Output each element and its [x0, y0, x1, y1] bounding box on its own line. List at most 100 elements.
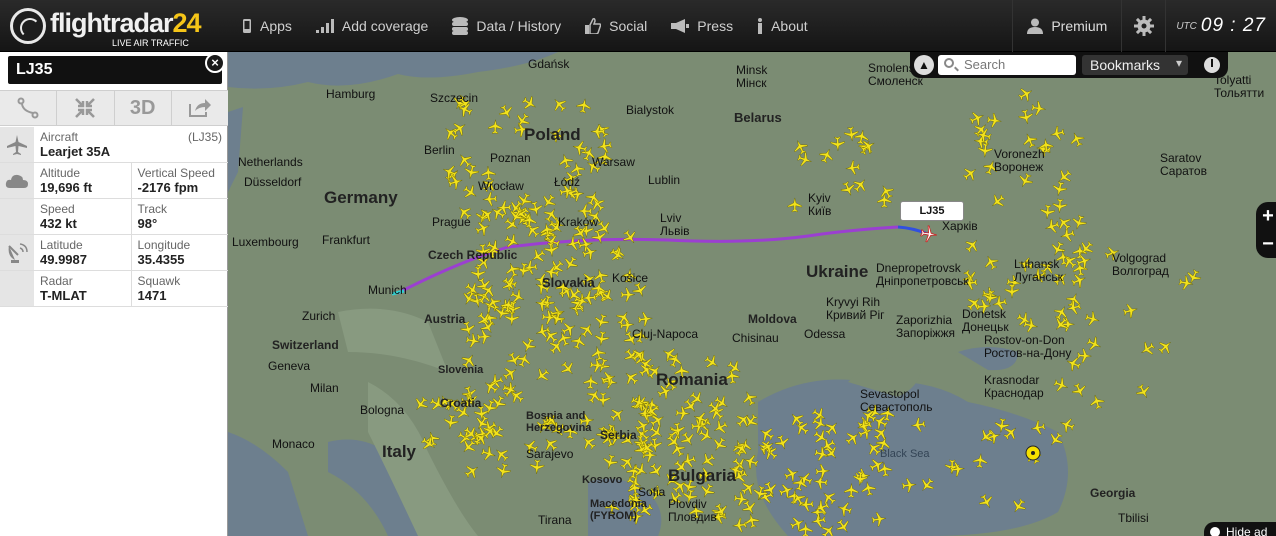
traffic-aircraft-icon[interactable] — [853, 129, 869, 145]
traffic-aircraft-icon[interactable] — [843, 126, 860, 142]
traffic-aircraft-icon[interactable] — [678, 430, 697, 449]
traffic-aircraft-icon[interactable] — [484, 293, 503, 312]
traffic-aircraft-icon[interactable] — [1018, 109, 1035, 126]
traffic-aircraft-icon[interactable] — [532, 366, 552, 386]
traffic-aircraft-icon[interactable] — [1122, 302, 1139, 319]
traffic-aircraft-icon[interactable] — [1016, 85, 1035, 104]
hide-ad-button[interactable]: Hide ad — [1204, 522, 1276, 536]
traffic-aircraft-icon[interactable] — [860, 480, 877, 497]
traffic-aircraft-icon[interactable] — [986, 113, 1003, 129]
traffic-aircraft-icon[interactable] — [710, 435, 729, 454]
traffic-aircraft-icon[interactable] — [596, 138, 613, 154]
traffic-aircraft-icon[interactable] — [492, 445, 512, 465]
fit-view-button[interactable] — [57, 91, 115, 125]
traffic-aircraft-icon[interactable] — [499, 275, 519, 295]
traffic-aircraft-icon[interactable] — [1085, 335, 1104, 354]
traffic-aircraft-icon[interactable] — [647, 461, 666, 480]
selected-flight-label[interactable]: LJ35 — [900, 201, 964, 221]
close-panel-button[interactable]: × — [205, 53, 225, 73]
traffic-aircraft-icon[interactable] — [871, 511, 887, 527]
traffic-aircraft-icon[interactable] — [692, 410, 710, 428]
traffic-aircraft-icon[interactable] — [620, 287, 635, 302]
traffic-aircraft-icon[interactable] — [844, 483, 859, 498]
traffic-aircraft-icon[interactable] — [843, 428, 863, 448]
traffic-aircraft-icon[interactable] — [796, 151, 814, 169]
traffic-aircraft-icon[interactable] — [585, 386, 604, 405]
flight-map[interactable]: Poland Belarus Germany Czech Republic Sl… — [228, 52, 1276, 536]
traffic-aircraft-icon[interactable] — [501, 364, 520, 383]
traffic-aircraft-icon[interactable] — [1070, 214, 1088, 232]
zoom-in-button[interactable]: + — [1256, 202, 1276, 230]
traffic-aircraft-icon[interactable] — [1052, 303, 1071, 322]
traffic-aircraft-icon[interactable] — [901, 477, 917, 493]
traffic-aircraft-icon[interactable] — [787, 197, 802, 213]
nav-add-coverage[interactable]: Add coverage — [304, 0, 440, 52]
selected-aircraft-icon[interactable] — [920, 225, 938, 243]
traffic-aircraft-icon[interactable] — [1043, 218, 1061, 236]
search-input[interactable]: Search — [938, 55, 1076, 75]
traffic-aircraft-icon[interactable] — [558, 359, 578, 379]
traffic-aircraft-icon[interactable] — [1084, 310, 1101, 327]
traffic-aircraft-icon[interactable] — [972, 453, 988, 469]
traffic-aircraft-icon[interactable] — [620, 227, 639, 246]
traffic-aircraft-icon[interactable] — [480, 445, 498, 463]
traffic-aircraft-icon[interactable] — [475, 310, 495, 330]
traffic-aircraft-icon[interactable] — [855, 468, 870, 483]
bookmarks-dropdown[interactable]: Bookmarks — [1082, 55, 1188, 75]
traffic-aircraft-icon[interactable] — [579, 433, 599, 453]
traffic-aircraft-icon[interactable] — [758, 437, 777, 456]
traffic-aircraft-icon[interactable] — [1031, 100, 1047, 116]
traffic-aircraft-icon[interactable] — [711, 418, 730, 437]
traffic-aircraft-icon[interactable] — [791, 138, 810, 157]
traffic-aircraft-icon[interactable] — [1051, 181, 1068, 198]
traffic-aircraft-icon[interactable] — [757, 424, 776, 443]
traffic-aircraft-icon[interactable] — [411, 394, 431, 414]
traffic-aircraft-icon[interactable] — [836, 500, 854, 518]
traffic-aircraft-icon[interactable] — [968, 109, 987, 128]
traffic-aircraft-icon[interactable] — [871, 423, 891, 443]
traffic-aircraft-icon[interactable] — [742, 453, 760, 471]
traffic-aircraft-icon[interactable] — [539, 192, 559, 212]
traffic-aircraft-icon[interactable] — [1046, 430, 1066, 450]
traffic-aircraft-icon[interactable] — [621, 368, 641, 388]
traffic-aircraft-icon[interactable] — [783, 465, 801, 483]
traffic-aircraft-icon[interactable] — [581, 244, 599, 262]
traffic-aircraft-icon[interactable] — [821, 443, 841, 463]
traffic-aircraft-icon[interactable] — [497, 103, 516, 122]
traffic-aircraft-icon[interactable] — [1134, 382, 1153, 401]
traffic-aircraft-icon[interactable] — [590, 124, 606, 139]
nav-social[interactable]: Social — [573, 0, 659, 52]
traffic-aircraft-icon[interactable] — [1088, 393, 1105, 410]
traffic-aircraft-icon[interactable] — [593, 313, 611, 331]
nav-apps[interactable]: Apps — [230, 0, 304, 52]
traffic-aircraft-icon[interactable] — [982, 253, 1001, 272]
traffic-aircraft-icon[interactable] — [988, 192, 1008, 212]
traffic-aircraft-icon[interactable] — [600, 369, 618, 387]
traffic-aircraft-icon[interactable] — [834, 517, 853, 536]
traffic-aircraft-icon[interactable] — [515, 351, 533, 369]
flightradar24-logo[interactable]: flightradar24 LIVE AIR TRAFFIC — [10, 4, 202, 50]
traffic-aircraft-icon[interactable] — [817, 146, 835, 164]
traffic-aircraft-icon[interactable] — [813, 498, 831, 516]
traffic-aircraft-icon[interactable] — [1009, 496, 1028, 515]
traffic-aircraft-icon[interactable] — [1030, 420, 1046, 436]
traffic-aircraft-icon[interactable] — [1049, 125, 1066, 142]
traffic-aircraft-icon[interactable] — [576, 98, 592, 114]
traffic-aircraft-icon[interactable] — [960, 164, 980, 184]
traffic-aircraft-icon[interactable] — [602, 453, 619, 470]
traffic-aircraft-icon[interactable] — [1156, 337, 1176, 357]
traffic-aircraft-icon[interactable] — [810, 513, 827, 529]
traffic-aircraft-icon[interactable] — [443, 414, 459, 430]
traffic-aircraft-icon[interactable] — [830, 136, 845, 151]
traffic-aircraft-icon[interactable] — [594, 330, 610, 346]
view-3d-button[interactable]: 3D — [115, 91, 172, 125]
traffic-aircraft-icon[interactable] — [962, 235, 982, 255]
traffic-aircraft-icon[interactable] — [1058, 416, 1076, 434]
traffic-aircraft-icon[interactable] — [815, 464, 830, 479]
traffic-aircraft-icon[interactable] — [463, 163, 480, 180]
traffic-aircraft-icon[interactable] — [1065, 299, 1082, 316]
traffic-aircraft-icon[interactable] — [1004, 283, 1020, 299]
share-button[interactable] — [172, 91, 228, 125]
nav-data-history[interactable]: Data / History — [440, 0, 573, 52]
traffic-aircraft-icon[interactable] — [519, 336, 537, 354]
